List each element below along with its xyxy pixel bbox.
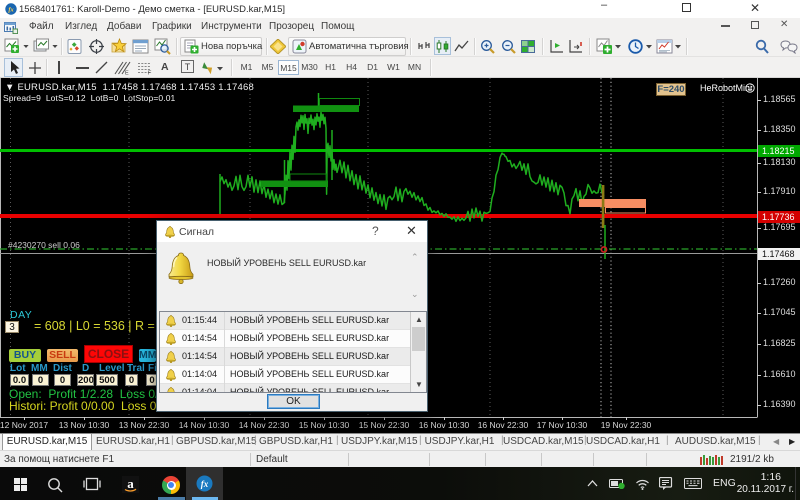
svg-text:fx: fx <box>201 479 209 489</box>
svg-text:a: a <box>127 476 134 491</box>
